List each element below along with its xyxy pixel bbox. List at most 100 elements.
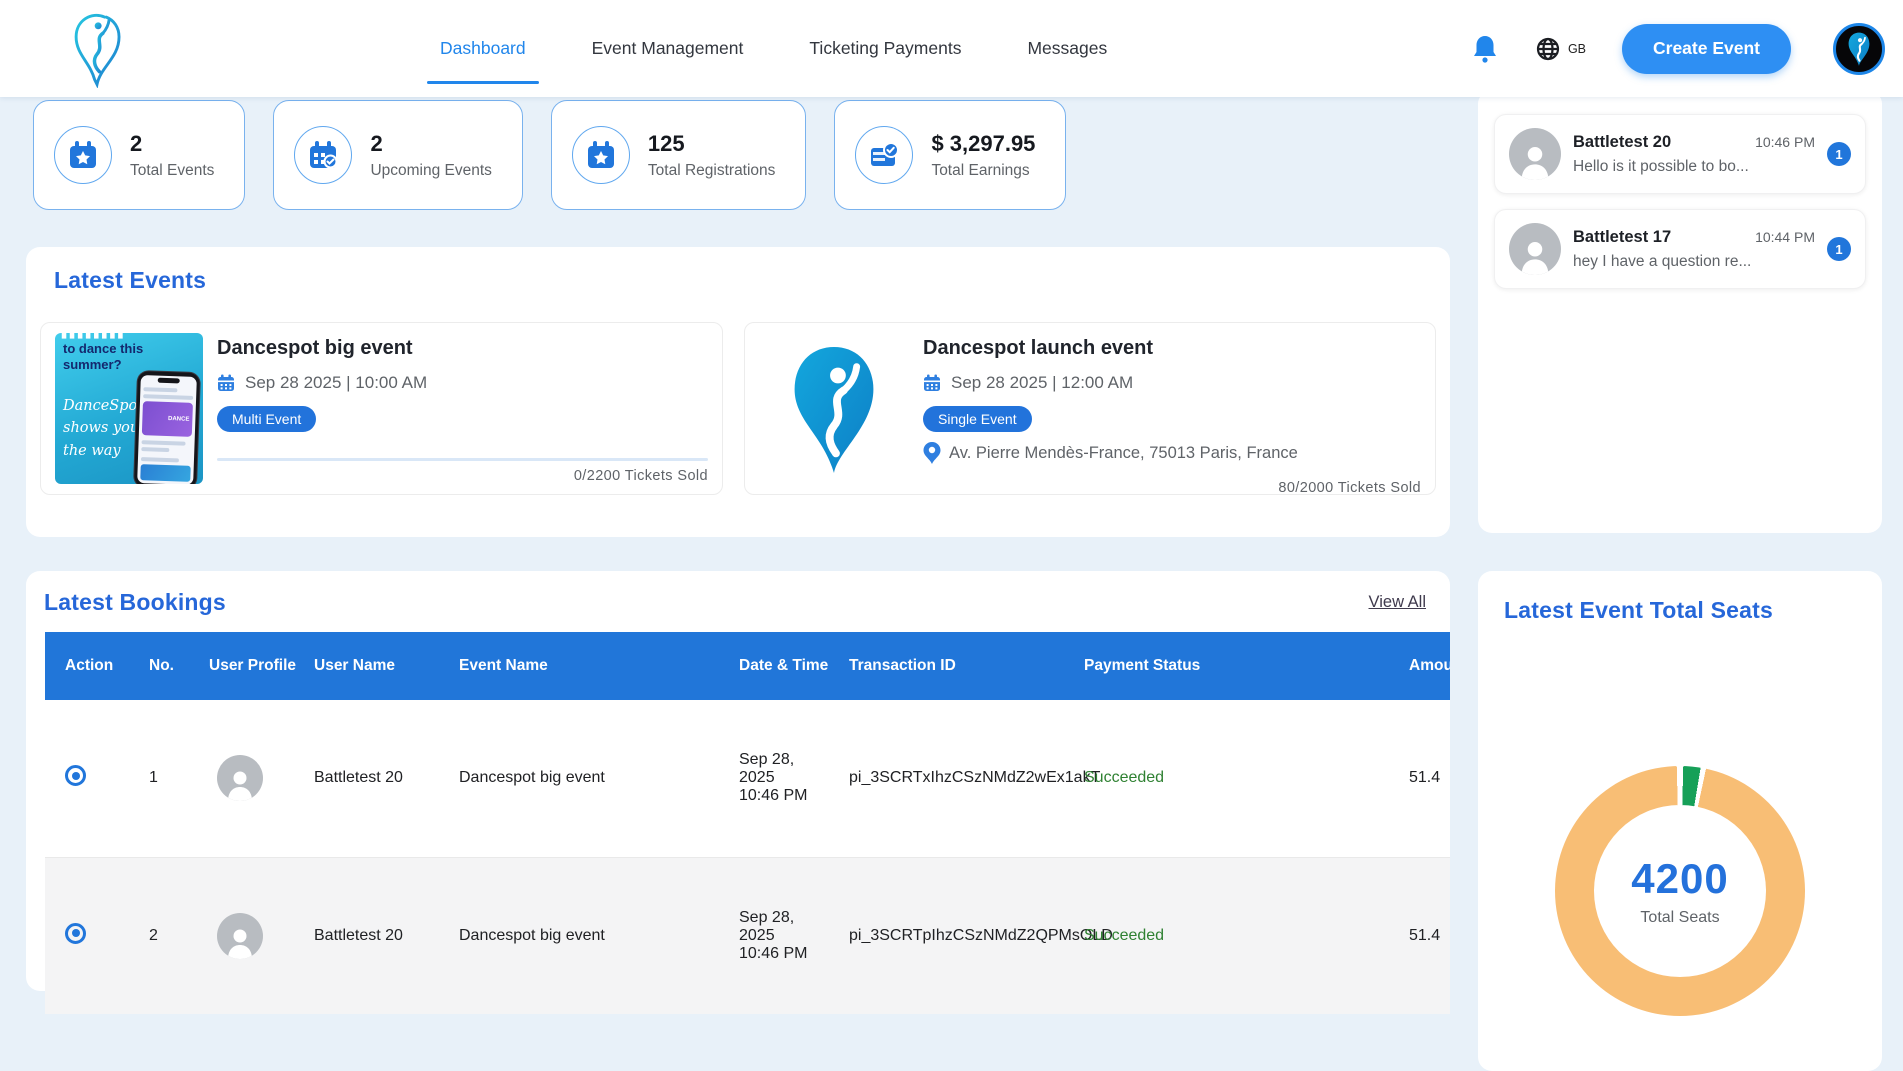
calendar-icon: [217, 374, 235, 392]
avatar-logo-icon: [1846, 31, 1872, 67]
table-header-row: Action No. User Profile User Name Event …: [45, 632, 1450, 700]
booking-no: 1: [133, 700, 193, 857]
message-list-item[interactable]: Battletest 20 10:46 PM Hello is it possi…: [1494, 114, 1866, 194]
col-action: Action: [45, 632, 133, 700]
stat-card-total-events: 2 Total Events: [33, 100, 245, 210]
stat-card-upcoming-events: 2 Upcoming Events: [273, 100, 522, 210]
view-booking-eye-icon[interactable]: [65, 923, 86, 944]
tickets-sold-label: 80/2000 Tickets Sold: [923, 480, 1421, 496]
col-date-time: Date & Time: [723, 632, 833, 700]
booking-transaction-id: pi_3SCRTxIhzCSzNMdZ2wEx1akT: [833, 700, 1068, 857]
tab-messages[interactable]: Messages: [1027, 38, 1107, 59]
tickets-sold-label: 0/2200 Tickets Sold: [217, 468, 708, 484]
booking-transaction-id: pi_3SCRTpIhzCSzNMdZ2QPMsOLD: [833, 857, 1068, 1014]
stat-value: 2: [370, 131, 491, 157]
message-avatar: [1509, 223, 1561, 275]
booking-datetime: Sep 28, 2025 10:46 PM: [723, 857, 833, 1014]
stat-value: $ 3,297.95: [931, 131, 1035, 157]
bookings-table: Action No. User Profile User Name Event …: [45, 632, 1450, 1014]
latest-bookings-section: Latest Bookings View All Action No. User…: [26, 571, 1450, 991]
event-type-badge: Single Event: [923, 406, 1032, 432]
phone-mockup: DANCE: [134, 371, 200, 484]
thumb-script-text: DanceSpot shows you the way: [63, 395, 143, 462]
stat-value: 125: [648, 131, 776, 157]
tab-ticketing-payments[interactable]: Ticketing Payments: [809, 38, 961, 59]
message-avatar: [1509, 128, 1561, 180]
event-location: Av. Pierre Mendès-France, 75013 Paris, F…: [949, 444, 1298, 463]
booking-payment-status: Succeeded: [1068, 700, 1393, 857]
message-sender: Battletest 20: [1573, 133, 1671, 152]
stat-label: Total Earnings: [931, 162, 1035, 180]
booking-user-name: Battletest 20: [298, 857, 443, 1014]
latest-events-section: Latest Events ▮▮▮▮▮▮▮▮ to dance this sum…: [26, 247, 1450, 537]
dancespot-logo-icon: [68, 10, 126, 88]
total-seats-title: Latest Event Total Seats: [1504, 597, 1856, 624]
message-sender: Battletest 17: [1573, 228, 1671, 247]
bookings-table-container[interactable]: Action No. User Profile User Name Event …: [45, 632, 1450, 1014]
col-transaction-id: Transaction ID: [833, 632, 1068, 700]
booking-no: 2: [133, 857, 193, 1014]
donut-center-label: Total Seats: [1640, 909, 1719, 927]
wallet-check-icon: [855, 126, 913, 184]
calendar-check-icon: [294, 126, 352, 184]
booking-event-name: Dancespot big event: [443, 700, 723, 857]
user-profile-avatar: [217, 755, 263, 801]
stat-card-total-earnings: $ 3,297.95 Total Earnings: [834, 100, 1066, 210]
col-user-name: User Name: [298, 632, 443, 700]
language-code: GB: [1568, 42, 1586, 56]
booking-datetime: Sep 28, 2025 10:46 PM: [723, 700, 833, 857]
booking-event-name: Dancespot big event: [443, 857, 723, 1014]
view-booking-eye-icon[interactable]: [65, 765, 86, 786]
event-name: Dancespot big event: [217, 337, 708, 360]
col-event-name: Event Name: [443, 632, 723, 700]
col-payment-status: Payment Status: [1068, 632, 1393, 700]
navbar-actions: GB Create Event: [1472, 0, 1885, 97]
top-navbar: Dashboard Event Management Ticketing Pay…: [0, 0, 1903, 97]
notifications-bell-icon[interactable]: [1472, 34, 1498, 64]
message-list-item[interactable]: Battletest 17 10:44 PM hey I have a ques…: [1494, 209, 1866, 289]
latest-messages-panel: Battletest 20 10:46 PM Hello is it possi…: [1478, 90, 1882, 533]
booking-amount: 51.4: [1393, 700, 1450, 857]
event-type-badge: Multi Event: [217, 406, 316, 432]
table-row: 1 Battletest 20 Dancespot big event Sep …: [45, 700, 1450, 857]
stat-value: 2: [130, 131, 214, 157]
calendar-star-icon: [54, 126, 112, 184]
event-datetime: Sep 28 2025 | 12:00 AM: [951, 373, 1133, 393]
message-preview: hey I have a question re...: [1573, 253, 1815, 271]
message-preview: Hello is it possible to bo...: [1573, 158, 1815, 176]
event-card-big-event[interactable]: ▮▮▮▮▮▮▮▮ to dance this summer? DanceSpot…: [40, 322, 723, 495]
globe-icon: [1536, 37, 1560, 61]
message-time: 10:46 PM: [1755, 134, 1815, 150]
event-card-launch-event[interactable]: Dancespot launch event Sep 28 2025 | 12:…: [744, 322, 1436, 495]
thumb-headline: to dance this summer?: [63, 341, 163, 374]
booking-payment-status: Succeeded: [1068, 857, 1393, 1014]
create-event-button[interactable]: Create Event: [1622, 24, 1791, 74]
tickets-progress-bar: [217, 458, 708, 461]
user-profile-avatar: [217, 913, 263, 959]
calendar-icon: [923, 374, 941, 392]
latest-events-title: Latest Events: [54, 267, 1436, 294]
user-avatar[interactable]: [1833, 23, 1885, 75]
event-logo-image: [759, 333, 909, 484]
language-selector[interactable]: GB: [1536, 37, 1586, 61]
event-thumbnail-image: ▮▮▮▮▮▮▮▮ to dance this summer? DanceSpot…: [55, 333, 203, 484]
booking-user-name: Battletest 20: [298, 700, 443, 857]
stat-label: Upcoming Events: [370, 162, 491, 180]
event-datetime: Sep 28 2025 | 10:00 AM: [245, 373, 427, 393]
col-amount: Amount: [1393, 632, 1450, 700]
tab-event-management[interactable]: Event Management: [592, 38, 744, 59]
stat-label: Total Events: [130, 162, 214, 180]
tab-dashboard[interactable]: Dashboard: [440, 38, 526, 59]
total-seats-donut-chart: 4200 Total Seats: [1555, 766, 1805, 1016]
latest-bookings-title: Latest Bookings: [44, 589, 226, 616]
unread-count-badge: 1: [1827, 237, 1851, 261]
main-nav: Dashboard Event Management Ticketing Pay…: [440, 0, 1107, 97]
table-row: 2 Battletest 20 Dancespot big event Sep …: [45, 857, 1450, 1014]
donut-center-value: 4200: [1631, 855, 1728, 903]
latest-event-total-seats-section: Latest Event Total Seats 4200 Total Seat…: [1478, 571, 1882, 1071]
unread-count-badge: 1: [1827, 142, 1851, 166]
location-pin-icon: [923, 442, 941, 464]
stat-card-total-registrations: 125 Total Registrations: [551, 100, 807, 210]
view-all-link[interactable]: View All: [1369, 593, 1426, 612]
stat-label: Total Registrations: [648, 162, 776, 180]
